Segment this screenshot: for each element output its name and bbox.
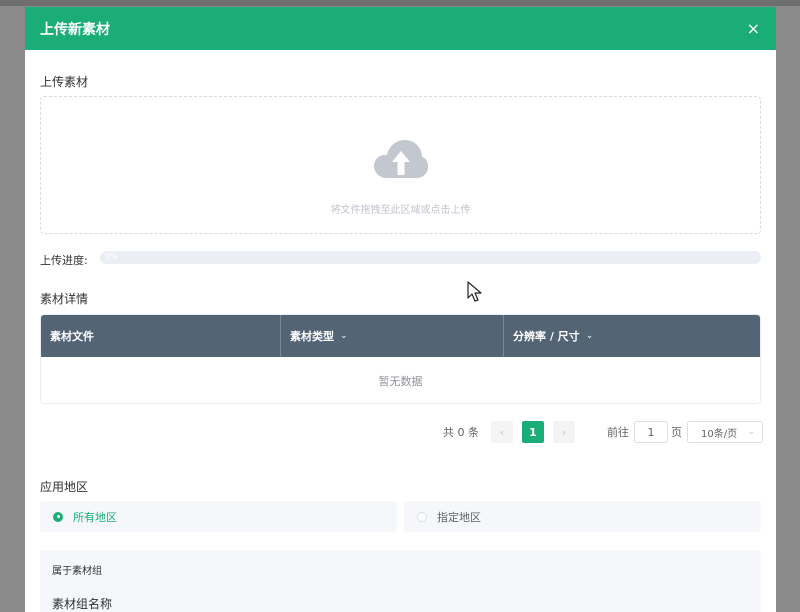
chevron-down-icon[interactable]: ⌄ [586,331,594,341]
page-suffix: 页 [671,426,682,439]
upload-section-label: 上传素材 [40,75,89,89]
progress-label: 上传进度: [40,254,88,267]
pagination-total: 共 0 条 [443,426,479,439]
chevron-down-icon: ⌄ [747,427,755,437]
dialog-title: 上传新素材 [40,21,110,38]
upload-dropzone[interactable]: 将文件拖拽至此区域或点击上传 [40,96,761,234]
group-section-label: 属于素材组 [52,566,102,577]
chevron-down-icon[interactable]: ⌄ [340,331,348,341]
pagination: 共 0 条 ‹ 1 › 前往 页 10条/页 ⌄ [443,421,763,443]
radio-unchecked-icon [417,511,427,522]
material-table: 素材文件 素材类型 ⌄ 分辨率 / 尺寸 ⌄ 暂无数据 [40,314,761,404]
radio-specific-region[interactable]: 指定地区 [404,501,761,532]
upload-dialog: 上传新素材 × 上传素材 将文件拖拽至此区域或点击上传 上传进度: 0% 素材详… [25,7,776,612]
dialog-header: 上传新素材 × [25,7,776,50]
column-header-file: 素材文件 [41,315,281,357]
table-header: 素材文件 素材类型 ⌄ 分辨率 / 尺寸 ⌄ [41,315,760,357]
cloud-upload-icon [374,140,428,178]
radio-checked-icon [53,511,63,522]
prev-page-button[interactable]: ‹ [491,421,513,443]
goto-page-input[interactable] [634,421,668,443]
region-section-label: 应用地区 [40,480,89,494]
modal-backdrop [0,0,800,6]
close-icon[interactable]: × [747,20,760,37]
page-size-select[interactable]: 10条/页 ⌄ [687,421,763,443]
mouse-cursor-icon [467,281,482,302]
table-empty-text: 暂无数据 [378,374,423,388]
radio-all-regions[interactable]: 所有地区 [40,501,397,532]
next-page-button[interactable]: › [553,421,575,443]
group-name-label: 素材组名称 [52,597,113,611]
goto-label: 前往 [607,426,629,439]
material-group-box: 属于素材组 素材组名称 [40,550,761,612]
column-header-resolution[interactable]: 分辨率 / 尺寸 ⌄ [504,315,760,357]
details-section-label: 素材详情 [40,292,89,306]
upload-progress-bar: 0% [100,251,761,264]
progress-percent: 0% [105,252,118,261]
dropzone-text: 将文件拖拽至此区域或点击上传 [330,205,471,216]
column-header-type[interactable]: 素材类型 ⌄ [281,315,504,357]
page-number-1[interactable]: 1 [522,421,544,443]
